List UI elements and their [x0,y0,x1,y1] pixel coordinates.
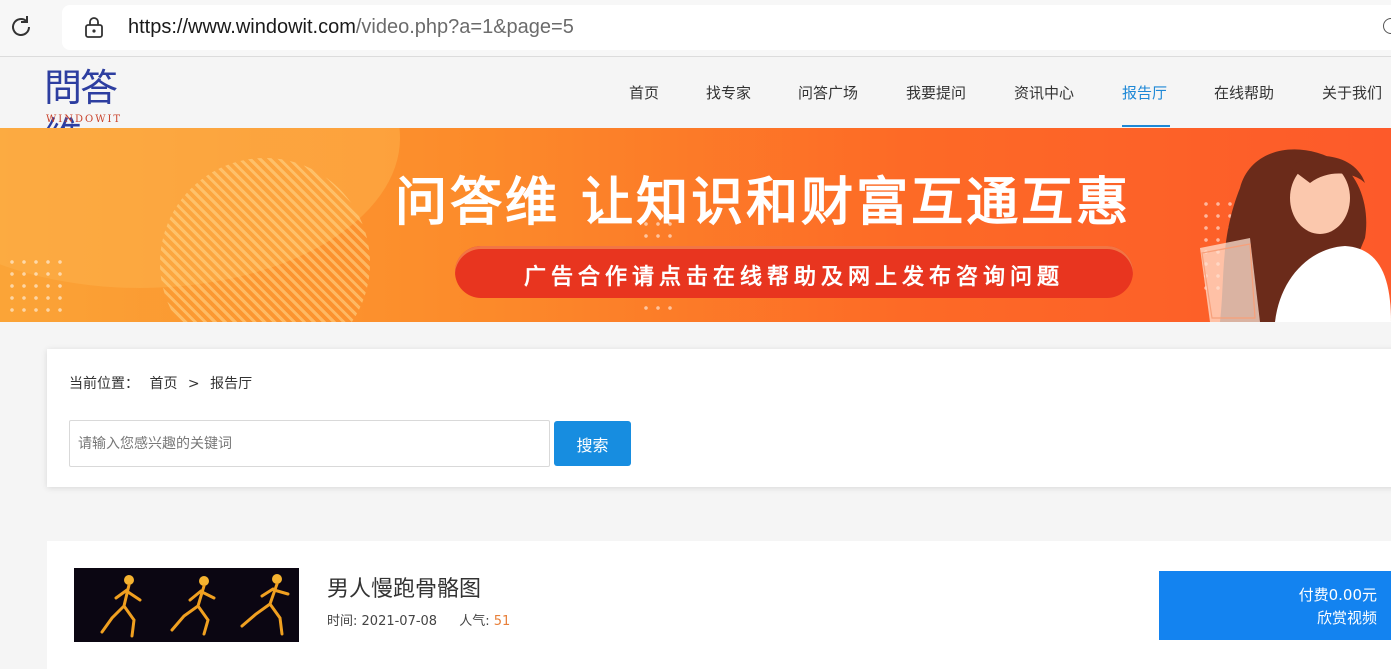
search-panel: 当前位置： 首页 > 报告厅 搜索 [47,349,1391,487]
breadcrumb: 当前位置： 首页 > 报告厅 [69,373,258,393]
banner-dots [6,256,66,316]
banner-title: 问答维 让知识和财富互通互惠 [395,173,1132,233]
video-list-item: 男人慢跑骨骼图 时间: 2021-07-08 人气: 51 付费0.00元 欣赏… [47,541,1391,669]
url-text: https://www.windowit.com/video.php?a=1&p… [128,16,574,38]
reload-icon[interactable] [8,14,34,40]
banner-subtitle: 广告合作请点击在线帮助及网上发布咨询问题 [523,265,1064,290]
price-label: 付费0.00元 [1298,586,1377,604]
site-logo[interactable]: 問答維 WINDOWIT [44,64,144,158]
nav-item-report-hall[interactable]: 报告厅 [1122,82,1167,103]
video-meta: 时间: 2021-07-08 人气: 51 [327,610,510,629]
site-header: 問答維 WINDOWIT 首页 找专家 问答广场 我要提问 资讯中心 报告厅 在… [0,58,1391,158]
nav-item-home[interactable]: 首页 [629,82,659,103]
breadcrumb-label: 当前位置： [69,376,139,392]
nav-active-indicator [1122,125,1170,127]
search-input[interactable] [69,420,550,467]
nav-item-ask-question[interactable]: 我要提问 [906,82,966,103]
logo-english: WINDOWIT [46,114,123,125]
popularity-value: 51 [493,614,511,629]
nav-item-online-help[interactable]: 在线帮助 [1214,82,1274,103]
nav-item-news[interactable]: 资讯中心 [1014,82,1074,103]
watch-label: 欣赏视频 [1316,609,1377,627]
popularity-label: 人气: [459,614,490,629]
breadcrumb-separator: > [187,376,200,392]
video-thumbnail[interactable] [74,568,299,642]
publish-date: 2021-07-08 [361,614,438,629]
time-label: 时间: [327,614,358,629]
search-button[interactable]: 搜索 [554,421,631,466]
nav-item-qa-square[interactable]: 问答广场 [798,82,858,103]
nav-item-find-expert[interactable]: 找专家 [706,82,751,103]
video-title[interactable]: 男人慢跑骨骼图 [327,571,481,603]
watch-video-button[interactable]: 付费0.00元 欣赏视频 [1159,571,1391,640]
nav-item-about-us[interactable]: 关于我们 [1322,82,1382,103]
breadcrumb-current[interactable]: 报告厅 [210,376,252,392]
address-bar[interactable]: https://www.windowit.com/video.php?a=1&p… [62,5,1391,50]
lock-icon[interactable] [84,16,104,38]
banner-pill: 广告合作请点击在线帮助及网上发布咨询问题 [455,246,1133,298]
woman-illustration [1200,149,1391,322]
promo-banner[interactable]: 问答维 让知识和财富互通互惠 广告合作请点击在线帮助及网上发布咨询问题 [0,128,1391,322]
browser-toolbar: https://www.windowit.com/video.php?a=1&p… [0,0,1391,57]
breadcrumb-home[interactable]: 首页 [149,376,177,392]
